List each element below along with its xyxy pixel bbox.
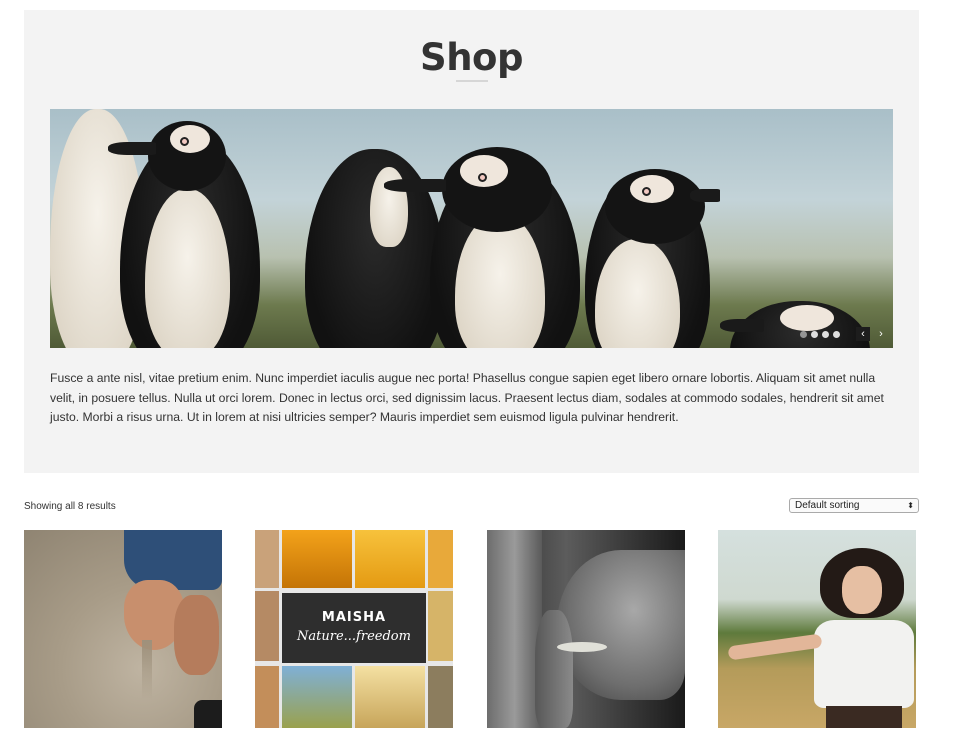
elephant-head xyxy=(557,550,685,700)
collage-tile xyxy=(255,591,279,661)
arm-shape xyxy=(727,633,823,661)
collage-tile xyxy=(428,666,453,728)
sand-stream xyxy=(142,640,152,700)
product-image[interactable] xyxy=(487,530,685,728)
slide-image-penguin-face xyxy=(780,305,834,331)
elephant-tusk xyxy=(557,642,607,652)
slide-image-penguin-face xyxy=(170,125,210,153)
sorting-select[interactable]: Default sorting ⬍ xyxy=(789,498,919,513)
elephant-trunk xyxy=(535,610,573,728)
slide-image-penguin-eye xyxy=(642,187,651,196)
title-divider xyxy=(456,80,488,82)
results-count: Showing all 8 results xyxy=(24,501,116,512)
elephant-leg xyxy=(487,530,542,728)
slide-image-penguin-face xyxy=(630,175,674,203)
slider-dot[interactable] xyxy=(822,331,829,338)
slide-image-penguin-face xyxy=(460,155,508,187)
slide-image-penguin-beak xyxy=(690,189,720,202)
slide-image-penguin-eye xyxy=(180,137,189,146)
slider-dot[interactable] xyxy=(833,331,840,338)
page-title: Shop xyxy=(420,36,523,79)
slide-image-penguin-beak xyxy=(108,142,156,155)
collage-tile xyxy=(255,530,279,588)
collage-tile xyxy=(428,530,453,588)
shop-description: Fusce a ante nisl, vitae pretium enim. N… xyxy=(50,371,884,424)
skirt-shape xyxy=(826,706,902,728)
slider-prev-button[interactable]: ‹ xyxy=(856,327,870,341)
collage-tile xyxy=(355,530,425,588)
shoe-shape xyxy=(194,700,222,728)
slider-pagination xyxy=(800,331,840,339)
collage-label: MAISHA Nature...freedom xyxy=(282,593,426,663)
product-image[interactable] xyxy=(718,530,916,728)
collage-tile xyxy=(282,666,352,728)
chevron-right-icon: › xyxy=(879,328,883,340)
slide-image-penguin-beak xyxy=(720,319,764,332)
product-image[interactable]: MAISHA Nature...freedom xyxy=(255,530,453,728)
shop-header: Shop ‹ › Fusce a ante nisl, vitae pretiu… xyxy=(24,10,919,473)
face-shape xyxy=(842,566,882,614)
hero-slider[interactable]: ‹ › xyxy=(50,109,893,348)
collage-tile xyxy=(355,666,425,728)
sorting-selected-value: Default sorting xyxy=(795,500,860,511)
hand-shape xyxy=(174,595,219,675)
collage-tagline: Nature...freedom xyxy=(297,629,411,644)
slider-dot[interactable] xyxy=(800,331,807,338)
select-arrows-icon: ⬍ xyxy=(907,501,914,510)
slider-next-button[interactable]: › xyxy=(874,327,888,341)
shirt-shape xyxy=(814,620,914,708)
slide-image-penguin-eye xyxy=(478,173,487,182)
collage-tile xyxy=(282,530,352,588)
slide-image-penguin-beak xyxy=(384,179,446,192)
slider-dot[interactable] xyxy=(811,331,818,338)
collage-name: MAISHA xyxy=(321,610,387,625)
collage-tile xyxy=(255,666,279,728)
product-image[interactable] xyxy=(24,530,222,728)
collage-tile xyxy=(428,591,453,661)
chevron-left-icon: ‹ xyxy=(861,328,865,340)
